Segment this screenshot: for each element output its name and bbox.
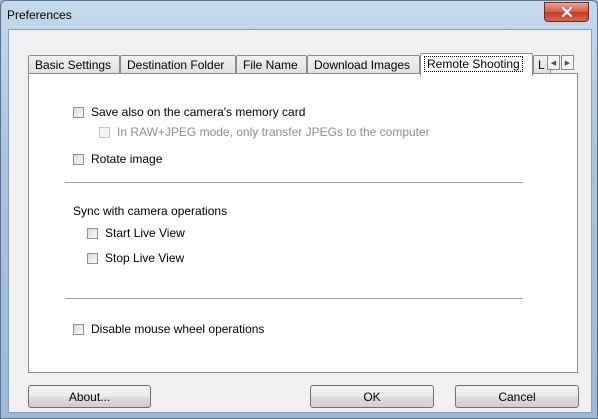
- tab-label: Destination Folder: [127, 58, 225, 72]
- disable-mouse-wheel-option[interactable]: Disable mouse wheel operations: [73, 322, 264, 336]
- raw-jpeg-label: In RAW+JPEG mode, only transfer JPEGs to…: [117, 125, 430, 139]
- disable-mouse-wheel-checkbox[interactable]: [73, 323, 84, 335]
- tab-scroll-arrows: ◀ ▶: [547, 55, 575, 71]
- start-live-view-checkbox[interactable]: [87, 227, 98, 239]
- cancel-button[interactable]: Cancel: [455, 385, 579, 408]
- save-memory-card-option[interactable]: Save also on the camera's memory card: [73, 105, 305, 119]
- ok-button[interactable]: OK: [310, 385, 434, 408]
- start-live-view-option[interactable]: Start Live View: [87, 226, 185, 240]
- separator: [65, 182, 523, 184]
- disable-mouse-wheel-label: Disable mouse wheel operations: [91, 322, 265, 336]
- tab-label: Download Images: [314, 58, 411, 72]
- sync-heading: Sync with camera operations: [73, 204, 228, 218]
- tab-label: L: [538, 58, 545, 72]
- title-bar[interactable]: Preferences: [1, 1, 597, 29]
- rotate-image-label: Rotate image: [91, 152, 163, 166]
- close-icon: [561, 7, 572, 17]
- close-button[interactable]: [544, 2, 589, 22]
- tab-bar: Basic Settings Destination Folder File N…: [28, 53, 574, 76]
- save-memory-card-label: Save also on the camera's memory card: [91, 105, 306, 119]
- raw-jpeg-checkbox: [99, 126, 110, 138]
- preferences-window: Preferences Basic Settings Destination F…: [0, 0, 598, 419]
- stop-live-view-option[interactable]: Stop Live View: [87, 251, 184, 265]
- tab-download-images[interactable]: Download Images: [307, 55, 420, 73]
- raw-jpeg-option: In RAW+JPEG mode, only transfer JPEGs to…: [99, 125, 430, 139]
- tab-basic-settings[interactable]: Basic Settings: [28, 55, 120, 73]
- window-title: Preferences: [7, 8, 72, 22]
- tab-label: Remote Shooting: [424, 56, 523, 72]
- chevron-right-icon: ▶: [564, 59, 571, 67]
- rotate-image-checkbox[interactable]: [73, 153, 84, 165]
- tab-label: Basic Settings: [35, 58, 112, 72]
- tab-label: File Name: [243, 58, 298, 72]
- tab-file-name[interactable]: File Name: [236, 55, 307, 73]
- rotate-image-option[interactable]: Rotate image: [73, 152, 162, 166]
- remote-shooting-panel: Save also on the camera's memory card In…: [28, 73, 578, 373]
- tab-remote-shooting[interactable]: Remote Shooting: [420, 53, 533, 76]
- stop-live-view-label: Stop Live View: [105, 251, 185, 265]
- stop-live-view-checkbox[interactable]: [87, 252, 98, 264]
- separator: [65, 298, 523, 300]
- tab-scroll-right-button[interactable]: ▶: [561, 55, 574, 70]
- about-button[interactable]: About...: [28, 385, 151, 408]
- dialog-body: Basic Settings Destination Folder File N…: [8, 29, 592, 413]
- chevron-left-icon: ◀: [550, 59, 557, 67]
- start-live-view-label: Start Live View: [105, 226, 185, 240]
- tab-scroll-left-button[interactable]: ◀: [547, 55, 560, 70]
- tab-destination-folder[interactable]: Destination Folder: [120, 55, 236, 73]
- save-memory-card-checkbox[interactable]: [73, 106, 84, 118]
